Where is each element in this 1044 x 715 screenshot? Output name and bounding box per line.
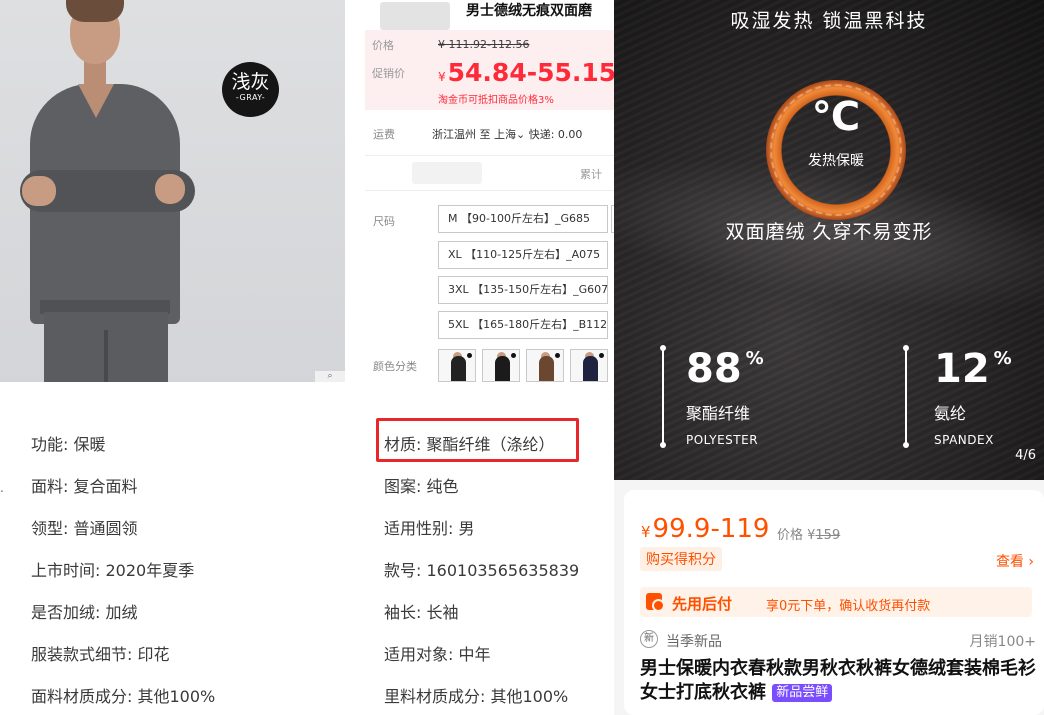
color-badge: 浅灰 -GRAY- (222, 62, 279, 117)
cumulative-label: 累计 (580, 168, 602, 181)
coin-note: 淘金币可抵扣商品价格3% (438, 95, 554, 106)
color-swatch-navy[interactable] (570, 349, 608, 382)
image-pager: 4/6 (1015, 448, 1036, 463)
attr-style-detail: 服装款式细节: 印花 (31, 645, 170, 664)
bnpl-text: 享0元下单，确认收货再付款 (766, 599, 931, 614)
product-title-mobile: 男士保暖内衣春秋款男秋衣秋裤女德绒套装棉毛衫女士打底秋衣裤 新品尝鲜 (640, 658, 1036, 703)
product-photo[interactable]: 浅灰 -GRAY- ⌕ (0, 0, 345, 382)
chevron-right-icon: › (1028, 554, 1034, 570)
blurred-logo (380, 2, 450, 30)
size-label: 尺码 (373, 215, 395, 228)
divider-line-left (660, 345, 666, 448)
card-inner: ¥99.9-119 价格 ¥159 购买得积分 查看 › 先用后付 享0元下单，… (624, 490, 1044, 715)
promo-price-label: 促销价 (372, 67, 405, 80)
promo-subline: 双面磨绒 久穿不易变形 (725, 221, 933, 243)
polyester-percent: 88% (686, 346, 764, 392)
divider (365, 190, 614, 191)
attr-lining-composition: 里料材质成分: 其他100% (384, 687, 569, 706)
promo-image[interactable]: 吸湿发热 锁温黑科技 ℃ 发热保暖 双面磨绒 久穿不易变形 88% 聚酯纤维 P… (614, 0, 1044, 480)
zoom-icon[interactable]: ⌕ (315, 371, 345, 382)
new-arrival-label: 当季新品 (666, 634, 722, 650)
new-icon: 新 (640, 630, 658, 648)
polyester-en: POLYESTER (686, 433, 759, 447)
heat-ring-icon: ℃ 发热保暖 (766, 80, 906, 220)
material-highlight-box (376, 418, 579, 462)
model-hand-right (155, 174, 185, 204)
attr-style-no: 款号: 160103565635839 (384, 561, 580, 580)
spandex-percent: 12% (934, 346, 1012, 392)
buy-now-pay-later-banner[interactable]: 先用后付 享0元下单，确认收货再付款 (640, 587, 1032, 617)
bnpl-title: 先用后付 (672, 595, 733, 613)
attr-pattern: 图案: 纯色 (384, 477, 459, 496)
original-price: ¥ 111.92-112.56 (438, 38, 530, 51)
shipping-label: 运费 (373, 128, 395, 141)
attr-target: 适用对象: 中年 (384, 645, 491, 664)
sale-price: ¥99.9-119 (641, 514, 770, 544)
attr-function: 功能: 保暖 (31, 435, 106, 454)
size-option-m[interactable]: M 【90-100斤左右】_G685 (438, 205, 608, 233)
price-label: 价格 (372, 39, 394, 52)
product-detail-panel: 男士德绒无痕双面磨 价格 ¥ 111.92-112.56 促销价 ¥54.84-… (362, 0, 614, 382)
promo-price: ¥54.84-55.15 (438, 58, 614, 87)
view-link[interactable]: 查看 › (996, 551, 1034, 571)
model-hair (66, 0, 124, 22)
heat-label: 发热保暖 (808, 153, 864, 169)
color-label: 颜色分类 (373, 360, 417, 373)
color-badge-cn: 浅灰 (231, 71, 270, 93)
attr-gender: 适用性别: 男 (384, 519, 475, 538)
shipping-info[interactable]: 浙江温州 至 上海⌄ 快递: 0.00 (432, 126, 582, 142)
divider-line-right (903, 345, 909, 448)
attr-release: 上市时间: 2020年夏季 (31, 561, 195, 580)
size-option-5xl[interactable]: 5XL 【165-180斤左右】_B112 (438, 311, 608, 339)
spandex-cn: 氨纶 (934, 404, 967, 423)
divider (365, 155, 614, 156)
spandex-en: SPANDEX (934, 433, 994, 447)
model-leg-split (104, 330, 108, 382)
model-hand-left (22, 176, 56, 206)
new-product-tag: 新品尝鲜 (772, 684, 833, 702)
blurred-info (412, 162, 482, 184)
reference-price: 价格 ¥159 (777, 528, 841, 543)
size-option-xl[interactable]: XL 【110-125斤左右】_A075 (438, 241, 608, 269)
monthly-sales: 月销100+ (969, 634, 1036, 650)
attr-fabric: 面料: 复合面料 (31, 477, 138, 496)
polyester-cn: 聚酯纤维 (686, 404, 751, 423)
attr-fabric-composition: 面料材质成分: 其他100% (31, 687, 216, 706)
celsius-icon: ℃ (811, 94, 861, 140)
attr-fleece: 是否加绒: 加绒 (31, 603, 138, 622)
color-swatch-brown[interactable] (526, 349, 564, 382)
color-badge-en: -GRAY- (235, 93, 266, 102)
mobile-price-card: ¥99.9-119 价格 ¥159 购买得积分 查看 › 先用后付 享0元下单，… (614, 480, 1044, 715)
color-swatch-dark[interactable] (482, 349, 520, 382)
attr-collar: 领型: 普通圆领 (31, 519, 138, 538)
product-title: 男士德绒无痕双面磨 (466, 3, 592, 19)
promo-headline: 吸湿发热 锁温黑科技 (730, 10, 928, 32)
bag-icon (646, 593, 665, 612)
edge-mark: . (0, 481, 4, 495)
points-badge[interactable]: 购买得积分 (640, 547, 722, 571)
attr-sleeve: 袖长: 长袖 (384, 603, 459, 622)
size-option-3xl[interactable]: 3XL 【135-150斤左右】_G607 (438, 276, 608, 304)
price-box: 价格 ¥ 111.92-112.56 促销价 ¥54.84-55.15 淘金币可… (365, 30, 614, 110)
color-swatch-black[interactable] (438, 349, 476, 382)
